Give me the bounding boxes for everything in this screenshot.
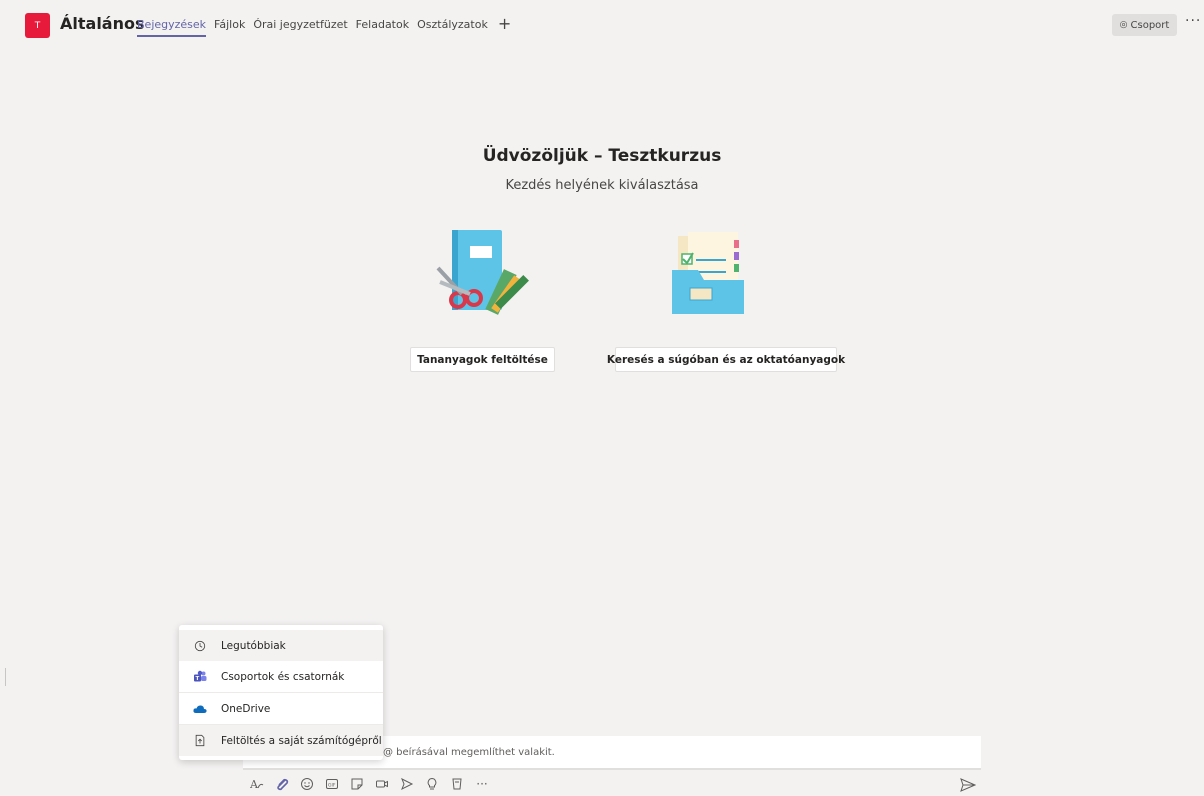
team-button-label: Csoport bbox=[1130, 19, 1170, 31]
more-actions-icon[interactable]: ··· bbox=[475, 777, 489, 791]
eye-icon: ◎ bbox=[1119, 20, 1128, 30]
books-illustration bbox=[436, 230, 529, 315]
welcome-subtitle: Kezdés helyének kiválasztása bbox=[505, 178, 699, 193]
compose-toolbar: A GIF ··· bbox=[250, 777, 489, 791]
menu-item-recent[interactable]: Legutóbbiak bbox=[179, 630, 383, 661]
upload-materials-button[interactable]: Tananyagok feltöltése bbox=[410, 347, 555, 372]
folder-illustration bbox=[672, 232, 744, 314]
menu-item-upload-from-computer[interactable]: Feltöltés a saját számítógépről bbox=[179, 725, 383, 756]
tab-posts[interactable]: Bejegyzések bbox=[137, 17, 207, 37]
sticker-icon[interactable] bbox=[350, 777, 364, 791]
onedrive-icon bbox=[193, 702, 207, 716]
tab-files[interactable]: Fájlok bbox=[214, 17, 245, 37]
meet-now-icon[interactable] bbox=[375, 777, 389, 791]
emoji-icon[interactable] bbox=[300, 777, 314, 791]
compose-placeholder: @ beírásával megemlíthet valakit. bbox=[383, 747, 555, 758]
menu-item-label: Csoportok és csatornák bbox=[221, 670, 345, 683]
upload-icon bbox=[193, 734, 207, 748]
gif-icon[interactable]: GIF bbox=[325, 777, 339, 791]
menu-item-teams-channels[interactable]: T Csoportok és csatornák bbox=[179, 661, 383, 692]
attach-menu: Legutóbbiak T Csoportok és csatornák One… bbox=[179, 625, 383, 760]
svg-text:A: A bbox=[250, 778, 259, 791]
menu-item-label: Feltöltés a saját számítógépről bbox=[221, 734, 382, 747]
svg-text:GIF: GIF bbox=[328, 783, 336, 789]
menu-item-label: Legutóbbiak bbox=[221, 639, 286, 652]
add-tab-icon[interactable]: + bbox=[498, 16, 511, 37]
tab-assignments[interactable]: Feladatok bbox=[356, 17, 409, 37]
svg-text:T: T bbox=[196, 676, 200, 682]
team-avatar[interactable]: T bbox=[25, 13, 50, 38]
tab-grades[interactable]: Osztályzatok bbox=[417, 17, 488, 37]
team-button[interactable]: ◎ Csoport bbox=[1112, 14, 1177, 36]
tab-bar: Bejegyzések Fájlok Órai jegyzetfüzet Fel… bbox=[137, 16, 511, 37]
more-options-icon[interactable]: ··· bbox=[1185, 13, 1201, 29]
divider bbox=[5, 668, 6, 686]
teams-icon: T bbox=[193, 670, 207, 684]
format-icon[interactable]: A bbox=[250, 777, 264, 791]
praise-icon[interactable] bbox=[425, 777, 439, 791]
send-icon[interactable] bbox=[960, 778, 976, 792]
menu-item-onedrive[interactable]: OneDrive bbox=[179, 693, 383, 724]
stream-icon[interactable] bbox=[400, 777, 414, 791]
search-help-button[interactable]: Keresés a súgóban és az oktatóanyagok bbox=[607, 347, 845, 372]
tab-class-notebook[interactable]: Órai jegyzetfüzet bbox=[253, 17, 347, 37]
welcome-title: Üdvözöljük – Tesztkurzus bbox=[482, 146, 722, 166]
attach-icon[interactable] bbox=[275, 777, 289, 791]
clock-icon bbox=[193, 639, 207, 653]
schedule-icon[interactable] bbox=[450, 777, 464, 791]
menu-item-label: OneDrive bbox=[221, 702, 271, 715]
channel-header: T Általános Bejegyzések Fájlok Órai jegy… bbox=[0, 0, 1204, 50]
channel-title: Általános bbox=[60, 14, 145, 33]
